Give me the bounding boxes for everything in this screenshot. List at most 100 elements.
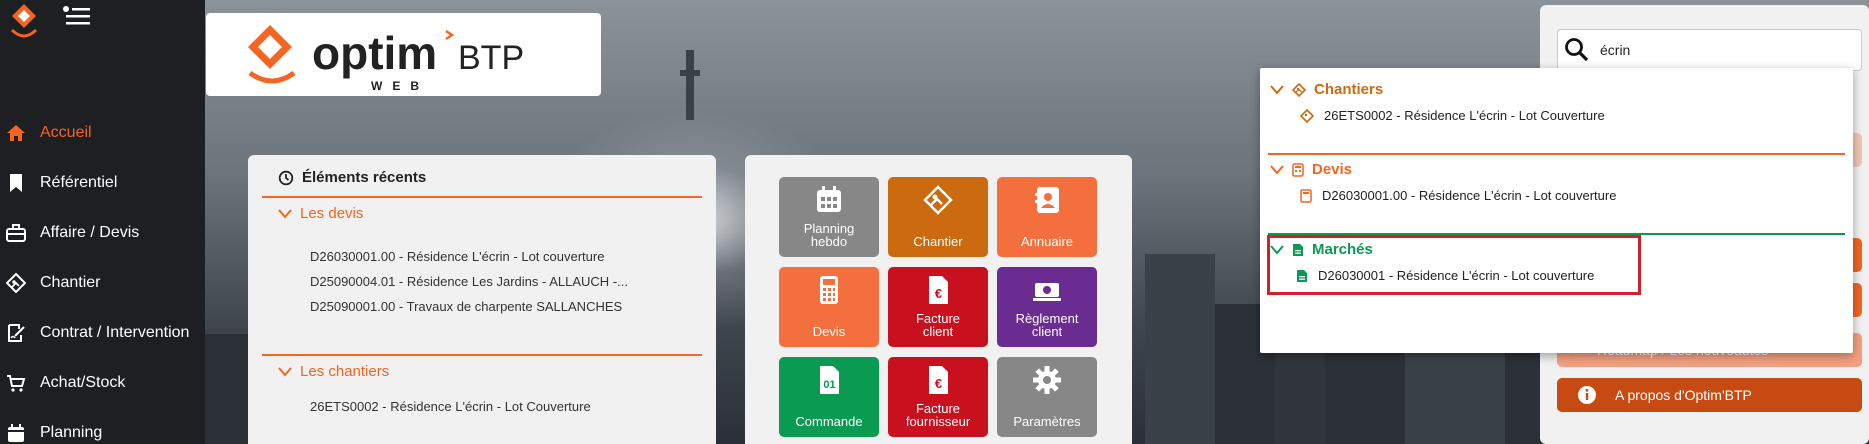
svg-text:€: €: [935, 376, 942, 391]
results-group-devis[interactable]: Devis: [1270, 161, 1352, 178]
sidebar-item-referentiel[interactable]: Référentiel: [0, 163, 205, 203]
gear-icon: [1033, 366, 1061, 394]
recent-devis-item[interactable]: D26030001.00 - Résidence L'écrin - Lot c…: [310, 249, 604, 264]
worksite-icon: [4, 271, 28, 295]
app-logo-icon[interactable]: [4, 0, 44, 40]
result-chantier-item[interactable]: 26ETS0002 - Résidence L'écrin - Lot Couv…: [1300, 108, 1605, 123]
worksite-icon: [923, 185, 953, 215]
contract-icon: [4, 321, 28, 345]
invoice-euro-icon: €: [929, 366, 948, 394]
sidebar-item-label: Planning: [40, 424, 103, 441]
group-rule: [1268, 153, 1845, 155]
tile-label: Facture fournisseur: [905, 400, 971, 430]
optim-btp-logo: optim BTP WEB: [248, 25, 524, 93]
tile-devis[interactable]: Devis: [779, 267, 879, 347]
tile-facture-fournisseur[interactable]: € Facture fournisseur: [888, 357, 988, 437]
sidebar-item-affaire-devis[interactable]: Affaire / Devis: [0, 213, 205, 253]
brand-sub: WEB: [371, 79, 429, 93]
calculator-icon: [820, 276, 838, 304]
recent-chantier-item[interactable]: 26ETS0002 - Résidence L'écrin - Lot Couv…: [310, 399, 591, 414]
about-label: A propos d'Optim'BTP: [1615, 387, 1752, 403]
chevron-down-icon: [1270, 164, 1284, 175]
section-rule: [262, 354, 702, 356]
tile-commande[interactable]: 01 Commande: [779, 357, 879, 437]
chevron-down-icon: [278, 366, 292, 377]
cart-icon: [4, 371, 28, 395]
about-button[interactable]: A propos d'Optim'BTP: [1557, 378, 1862, 412]
chevron-down-icon: [1270, 84, 1284, 95]
brand-card: optim BTP WEB: [206, 13, 601, 96]
history-icon: [278, 170, 294, 185]
order-icon: 01: [820, 366, 839, 394]
tile-label: Annuaire: [1020, 234, 1074, 250]
calendar-icon: [817, 186, 841, 212]
home-icon: [4, 121, 28, 145]
section-devis[interactable]: Les devis: [278, 205, 363, 222]
sidebar-item-planning[interactable]: Planning: [0, 413, 205, 444]
contacts-icon: [1035, 187, 1059, 213]
building: [1145, 254, 1215, 444]
recent-elements-panel: Éléments récents Les devis D26030001.00 …: [248, 155, 716, 444]
tile-chantier[interactable]: Chantier: [888, 177, 988, 257]
briefcase-icon: [4, 221, 28, 245]
search-icon: [1565, 38, 1589, 62]
calculator-icon: [1292, 162, 1304, 177]
tile-label: Facture client: [915, 310, 961, 340]
sidebar-item-label: Accueil: [40, 124, 92, 141]
brand-suffix: BTP: [458, 39, 524, 77]
tile-facture-client[interactable]: € Facture client: [888, 267, 988, 347]
brand-name: optim: [312, 27, 437, 79]
sidebar-item-contrat-intervention[interactable]: Contrat / Intervention: [0, 313, 205, 353]
result-devis-item[interactable]: D26030001.00 - Résidence L'écrin - Lot c…: [1300, 188, 1616, 203]
sidebar-item-label: Affaire / Devis: [40, 224, 140, 241]
worksite-icon: [1300, 108, 1314, 123]
recent-panel-title: Éléments récents: [278, 169, 426, 186]
section-chantiers[interactable]: Les chantiers: [278, 363, 389, 380]
search-input[interactable]: [1600, 42, 1840, 58]
tile-label: Chantier: [913, 234, 963, 250]
svg-text:01: 01: [823, 379, 835, 391]
menu-toggle-icon[interactable]: [60, 4, 92, 28]
group-title-text: Devis: [1312, 161, 1353, 178]
tile-planning-hebdo[interactable]: Planning hebdo: [779, 177, 879, 257]
tile-reglement-client[interactable]: Règlement client: [997, 267, 1097, 347]
calculator-icon: [1300, 188, 1312, 203]
recent-title-text: Éléments récents: [302, 169, 427, 186]
chevron-down-icon: [278, 208, 292, 219]
recent-devis-item[interactable]: D25090001.00 - Travaux de charpente SALL…: [310, 299, 622, 314]
section-devis-label: Les devis: [300, 205, 364, 222]
worksite-icon: [1292, 82, 1306, 97]
shortcut-tiles-panel: Planning hebdo Chantier Annuaire Devis €…: [745, 155, 1132, 444]
tower-spire: [680, 50, 700, 120]
tile-label: Paramètres: [1013, 414, 1081, 430]
group-title-text: Chantiers: [1314, 81, 1384, 98]
tile-annuaire[interactable]: Annuaire: [997, 177, 1097, 257]
result-text: 26ETS0002 - Résidence L'écrin - Lot Couv…: [1324, 108, 1605, 123]
sidebar-item-label: Chantier: [40, 274, 101, 291]
sidebar-item-label: Contrat / Intervention: [40, 324, 190, 341]
highlight-box: [1267, 235, 1641, 295]
sidebar-item-label: Référentiel: [40, 174, 118, 191]
sidebar: Accueil Référentiel Affaire / Devis Chan…: [0, 0, 205, 444]
tile-parametres[interactable]: Paramètres: [997, 357, 1097, 437]
invoice-euro-icon: €: [929, 276, 948, 304]
search-box[interactable]: [1557, 29, 1862, 71]
search-results-dropdown: Chantiers 26ETS0002 - Résidence L'écrin …: [1260, 68, 1853, 353]
tile-label: Planning hebdo: [803, 220, 855, 250]
sidebar-item-label: Achat/Stock: [40, 374, 126, 391]
tile-label: Commande: [795, 414, 863, 430]
result-text: D26030001.00 - Résidence L'écrin - Lot c…: [1322, 188, 1617, 203]
calendar-icon: [4, 421, 28, 444]
bookmark-icon: [4, 171, 28, 195]
recent-devis-item[interactable]: D25090004.01 - Résidence Les Jardins - A…: [310, 274, 628, 289]
sidebar-item-achat-stock[interactable]: Achat/Stock: [0, 363, 205, 403]
section-chantiers-label: Les chantiers: [300, 363, 390, 380]
info-icon: [1578, 386, 1596, 404]
svg-text:€: €: [935, 286, 942, 301]
sidebar-item-chantier[interactable]: Chantier: [0, 263, 205, 303]
results-group-chantiers[interactable]: Chantiers: [1270, 81, 1383, 98]
payment-icon: [1033, 283, 1061, 301]
tile-label: Règlement client: [1015, 310, 1079, 340]
recent-title-rule: [262, 196, 702, 198]
sidebar-item-accueil[interactable]: Accueil: [0, 113, 205, 153]
